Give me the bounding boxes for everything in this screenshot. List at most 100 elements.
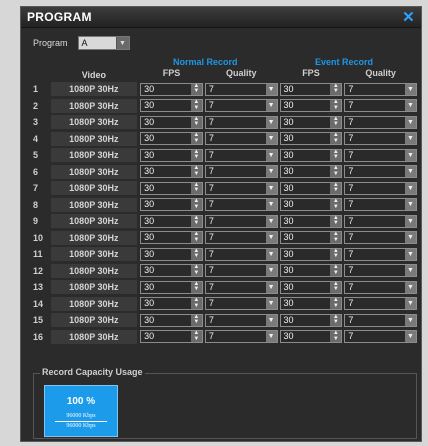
normal-fps-box[interactable]: 30 ▲ ▼ <box>140 165 203 179</box>
normal-fps-value[interactable]: 30 <box>141 199 191 210</box>
event-fps-field[interactable]: 30 ▲ ▼ <box>279 132 343 146</box>
chevron-down-icon[interactable]: ▼ <box>405 83 416 95</box>
event-quality-box[interactable]: 7 ▼ <box>344 181 417 195</box>
event-quality-box[interactable]: 7 ▼ <box>344 297 417 311</box>
normal-fps-value[interactable]: 30 <box>141 282 191 293</box>
event-fps-value[interactable]: 30 <box>281 166 331 177</box>
spinner-arrows-icon[interactable]: ▲ ▼ <box>190 330 202 343</box>
normal-quality-box[interactable]: 7 ▼ <box>204 132 278 146</box>
normal-quality-box[interactable]: 7 ▼ <box>204 313 278 327</box>
normal-fps-value[interactable]: 30 <box>141 331 191 342</box>
spinner-arrows-icon[interactable]: ▲ ▼ <box>330 314 342 326</box>
normal-quality-field[interactable]: 7 ▼ <box>204 280 278 294</box>
event-quality-field[interactable]: 7 ▼ <box>344 247 417 261</box>
event-quality-box[interactable]: 7 ▼ <box>344 330 417 344</box>
event-fps-box[interactable]: 30 ▲ ▼ <box>279 280 343 294</box>
normal-quality-field[interactable]: 7 ▼ <box>204 231 278 245</box>
normal-fps-field[interactable]: 30 ▲ ▼ <box>140 247 203 261</box>
normal-quality-field[interactable]: 7 ▼ <box>204 132 278 146</box>
normal-fps-value[interactable]: 30 <box>141 150 191 161</box>
chevron-down-icon[interactable]: ▼ <box>405 182 416 194</box>
event-fps-box[interactable]: 30 ▲ ▼ <box>279 297 343 311</box>
event-quality-field[interactable]: 7 ▼ <box>344 165 417 179</box>
event-quality-field[interactable]: 7 ▼ <box>344 330 417 344</box>
normal-fps-box[interactable]: 30 ▲ ▼ <box>140 247 203 261</box>
normal-fps-value[interactable]: 30 <box>141 249 191 260</box>
chevron-down-icon[interactable]: ▼ <box>405 215 416 227</box>
spinner-arrows-icon[interactable]: ▲ ▼ <box>330 330 342 343</box>
event-fps-value[interactable]: 30 <box>281 315 331 326</box>
spinner-arrows-icon[interactable]: ▲ ▼ <box>330 132 342 145</box>
normal-fps-field[interactable]: 30 ▲ ▼ <box>140 231 203 245</box>
event-quality-value[interactable]: 7 <box>345 199 405 210</box>
event-fps-value[interactable]: 30 <box>281 133 331 144</box>
normal-fps-value[interactable]: 30 <box>141 232 191 243</box>
event-quality-box[interactable]: 7 ▼ <box>344 214 417 228</box>
chevron-down-icon[interactable]: ▼ <box>265 331 277 343</box>
normal-fps-box[interactable]: 30 ▲ ▼ <box>140 148 203 162</box>
chevron-down-icon[interactable]: ▼ <box>265 265 277 277</box>
event-fps-field[interactable]: 30 ▲ ▼ <box>279 330 343 344</box>
spinner-arrows-icon[interactable]: ▲ ▼ <box>190 297 202 310</box>
chevron-down-icon[interactable]: ▼ <box>405 149 416 161</box>
normal-quality-value[interactable]: 7 <box>206 117 266 128</box>
event-fps-field[interactable]: 30 ▲ ▼ <box>279 148 343 162</box>
normal-quality-value[interactable]: 7 <box>206 331 266 342</box>
normal-quality-field[interactable]: 7 ▼ <box>204 198 278 212</box>
event-fps-box[interactable]: 30 ▲ ▼ <box>279 198 343 212</box>
normal-fps-field[interactable]: 30 ▲ ▼ <box>140 115 203 129</box>
normal-quality-box[interactable]: 7 ▼ <box>204 231 278 245</box>
normal-quality-box[interactable]: 7 ▼ <box>204 165 278 179</box>
normal-fps-box[interactable]: 30 ▲ ▼ <box>140 264 203 278</box>
event-fps-value[interactable]: 30 <box>281 249 331 260</box>
event-quality-value[interactable]: 7 <box>345 117 405 128</box>
normal-quality-value[interactable]: 7 <box>206 150 266 161</box>
event-quality-field[interactable]: 7 ▼ <box>344 313 417 327</box>
normal-fps-value[interactable]: 30 <box>141 117 191 128</box>
normal-fps-value[interactable]: 30 <box>141 265 191 276</box>
event-fps-box[interactable]: 30 ▲ ▼ <box>279 231 343 245</box>
event-quality-box[interactable]: 7 ▼ <box>344 148 417 162</box>
event-quality-value[interactable]: 7 <box>345 282 405 293</box>
event-fps-value[interactable]: 30 <box>281 331 331 342</box>
chevron-down-icon[interactable]: ▼ <box>265 232 277 244</box>
event-fps-box[interactable]: 30 ▲ ▼ <box>279 165 343 179</box>
event-quality-box[interactable]: 7 ▼ <box>344 231 417 245</box>
chevron-down-icon[interactable]: ▼ <box>265 100 277 112</box>
chevron-down-icon[interactable]: ▼ <box>265 133 277 145</box>
chevron-down-icon[interactable]: ▼ <box>405 166 416 178</box>
spinner-arrows-icon[interactable]: ▲ ▼ <box>190 83 202 95</box>
event-fps-field[interactable]: 30 ▲ ▼ <box>279 198 343 212</box>
event-fps-field[interactable]: 30 ▲ ▼ <box>279 297 343 311</box>
program-select[interactable]: A ▼ <box>77 36 130 50</box>
normal-quality-field[interactable]: 7 ▼ <box>204 247 278 261</box>
spinner-arrows-icon[interactable]: ▲ ▼ <box>190 231 202 244</box>
event-quality-value[interactable]: 7 <box>345 183 405 194</box>
normal-quality-value[interactable]: 7 <box>206 282 266 293</box>
spinner-arrows-icon[interactable]: ▲ ▼ <box>330 281 342 293</box>
event-fps-field[interactable]: 30 ▲ ▼ <box>279 214 343 228</box>
event-fps-box[interactable]: 30 ▲ ▼ <box>279 181 343 195</box>
event-fps-field[interactable]: 30 ▲ ▼ <box>279 115 343 129</box>
event-quality-value[interactable]: 7 <box>345 331 405 342</box>
event-quality-value[interactable]: 7 <box>345 298 405 309</box>
normal-fps-box[interactable]: 30 ▲ ▼ <box>140 99 203 113</box>
spinner-arrows-icon[interactable]: ▲ ▼ <box>190 99 202 112</box>
event-quality-value[interactable]: 7 <box>345 166 405 177</box>
chevron-down-icon[interactable]: ▼ <box>265 199 277 211</box>
spinner-arrows-icon[interactable]: ▲ ▼ <box>330 264 342 277</box>
spinner-arrows-icon[interactable]: ▲ ▼ <box>190 116 202 128</box>
event-fps-field[interactable]: 30 ▲ ▼ <box>279 165 343 179</box>
event-fps-value[interactable]: 30 <box>281 199 331 210</box>
chevron-down-icon[interactable]: ▼ <box>405 331 416 343</box>
event-fps-field[interactable]: 30 ▲ ▼ <box>279 82 343 96</box>
event-fps-value[interactable]: 30 <box>281 84 331 95</box>
normal-quality-box[interactable]: 7 ▼ <box>204 330 278 344</box>
normal-quality-box[interactable]: 7 ▼ <box>204 297 278 311</box>
event-quality-field[interactable]: 7 ▼ <box>344 214 417 228</box>
event-fps-field[interactable]: 30 ▲ ▼ <box>279 313 343 327</box>
spinner-arrows-icon[interactable]: ▲ ▼ <box>330 116 342 128</box>
spinner-arrows-icon[interactable]: ▲ ▼ <box>190 149 202 161</box>
normal-quality-box[interactable]: 7 ▼ <box>204 198 278 212</box>
normal-quality-field[interactable]: 7 ▼ <box>204 264 278 278</box>
